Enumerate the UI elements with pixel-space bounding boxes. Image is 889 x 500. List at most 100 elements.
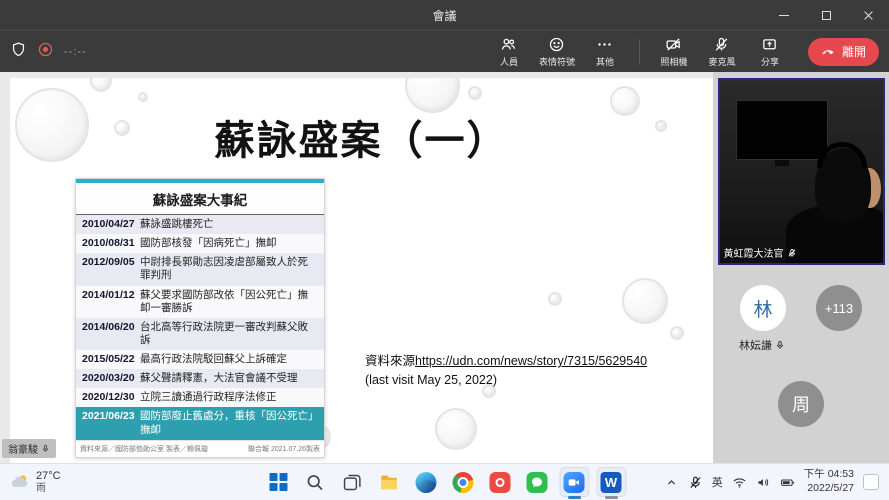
main-area: 蘇詠盛案（一） 蘇詠盛案大事紀 2010/04/27蘇詠盛跳樓死亡 2010/0… xyxy=(0,72,889,463)
row-date: 2015/05/22 xyxy=(76,350,138,369)
weather-condition: 雨 xyxy=(36,483,61,495)
window-controls xyxy=(763,0,889,30)
bubble-decoration xyxy=(670,326,684,340)
red-app-button[interactable] xyxy=(485,467,515,497)
table-row: 2020/03/20蘇父聲請釋憲，大法官會議不受理 xyxy=(76,369,324,388)
meeting-app-button[interactable] xyxy=(559,467,589,497)
task-view-button[interactable] xyxy=(337,467,367,497)
video-tile[interactable]: 黃虹霞大法官 xyxy=(718,78,885,265)
presenter-name: 翁豪駿 xyxy=(8,441,38,456)
emoji-button[interactable]: 表情符號 xyxy=(535,36,579,68)
table-credit: 聯合報 2021.07.26製表 xyxy=(248,444,320,454)
toolbar-right-group: 人員 表情符號 其他 照相機 麥克風 分享 xyxy=(487,36,879,68)
row-date: 2010/08/31 xyxy=(76,234,138,253)
chrome-browser-button[interactable] xyxy=(448,467,478,497)
taskbar-center xyxy=(263,464,626,500)
word-app-button[interactable] xyxy=(596,467,626,497)
row-date: 2014/06/20 xyxy=(76,318,138,350)
participants-button[interactable]: 人員 xyxy=(487,36,531,68)
row-event: 國防部廢止舊處分，重核「因公死亡」撫卹 xyxy=(138,407,324,439)
presentation-slide: 蘇詠盛案（一） 蘇詠盛案大事紀 2010/04/27蘇詠盛跳樓死亡 2010/0… xyxy=(10,78,713,463)
row-event: 立院三讀通過行政程序法修正 xyxy=(138,388,324,407)
meeting-toolbar: --:-- 人員 表情符號 其他 照相機 麥克風 xyxy=(0,30,889,72)
table-footer: 資料來源／國防部恤勛公室 製表／賴佩璇 聯合報 2021.07.26製表 xyxy=(76,440,324,457)
weather-widget[interactable]: 27°C 雨 xyxy=(0,470,61,494)
clock-widget[interactable]: 下午 04:53 2022/5/27 xyxy=(804,468,854,495)
start-button[interactable] xyxy=(263,467,293,497)
minimize-icon xyxy=(779,15,789,16)
tv-in-video xyxy=(736,100,828,160)
toolbar-left-group: --:-- xyxy=(10,41,87,63)
tray-date-text: 2022/5/27 xyxy=(804,482,854,496)
hang-up-icon xyxy=(821,44,836,59)
close-icon xyxy=(863,10,874,21)
security-shield-button[interactable] xyxy=(10,41,27,63)
row-event: 台北高等行政法院更一審改判蘇父敗訴 xyxy=(138,318,324,350)
wifi-icon xyxy=(732,475,747,490)
windows-logo-icon xyxy=(269,473,287,491)
tray-mic-status[interactable] xyxy=(688,475,703,490)
close-button[interactable] xyxy=(847,0,889,30)
windows-taskbar: 27°C 雨 英 下午 04:53 2022/5/27 xyxy=(0,463,889,500)
camera-toggle-button[interactable]: 照相機 xyxy=(652,36,696,68)
edge-browser-button[interactable] xyxy=(411,467,441,497)
table-row: 2010/04/27蘇詠盛跳樓死亡 xyxy=(76,215,324,234)
task-view-icon xyxy=(342,472,363,493)
shield-icon xyxy=(10,41,27,58)
mic-muted-icon xyxy=(787,248,797,258)
input-method-indicator[interactable]: 英 xyxy=(712,474,723,490)
toolbar-separator xyxy=(639,39,640,65)
share-screen-icon xyxy=(761,36,778,53)
record-icon xyxy=(37,41,54,58)
emoji-label: 表情符號 xyxy=(539,55,575,68)
row-date: 2021/06/23 xyxy=(76,407,138,439)
network-status[interactable] xyxy=(732,475,747,490)
record-button[interactable] xyxy=(37,41,54,63)
mic-label: 麥克風 xyxy=(708,55,735,68)
people-icon xyxy=(500,36,517,53)
row-event: 最高行政法院駁回蘇父上訴確定 xyxy=(138,350,324,369)
participant-avatar-zhou[interactable]: 周 xyxy=(778,381,824,427)
titlebar: 會議 xyxy=(0,0,889,30)
participant-avatar-lin[interactable]: 林 xyxy=(740,285,786,331)
search-icon xyxy=(305,472,326,493)
row-event: 國防部核發「因病死亡」撫卹 xyxy=(138,234,324,253)
share-screen-button[interactable]: 分享 xyxy=(748,36,792,68)
chevron-up-icon xyxy=(664,475,679,490)
notification-center-button[interactable] xyxy=(863,474,879,490)
source-url-link: https://udn.com/news/story/7315/5629540 xyxy=(415,354,647,368)
file-explorer-button[interactable] xyxy=(374,467,404,497)
weather-rain-icon xyxy=(10,472,30,492)
mic-icon xyxy=(41,444,50,453)
emoji-icon xyxy=(548,36,565,53)
slide-title: 蘇詠盛案（一） xyxy=(10,108,713,166)
row-date: 2014/01/12 xyxy=(76,286,138,318)
timeline-table-title: 蘇詠盛案大事紀 xyxy=(76,179,324,215)
source-prefix: 資料來源 xyxy=(365,354,415,368)
table-row: 2010/08/31國防部核發「因病死亡」撫卹 xyxy=(76,234,324,253)
ellipsis-icon xyxy=(596,36,613,53)
leave-label: 離開 xyxy=(842,43,866,60)
word-icon xyxy=(601,472,622,493)
leave-meeting-button[interactable]: 離開 xyxy=(808,38,879,66)
search-button[interactable] xyxy=(300,467,330,497)
overflow-participants-badge[interactable]: +113 xyxy=(816,285,862,331)
maximize-button[interactable] xyxy=(805,0,847,30)
more-button[interactable]: 其他 xyxy=(583,36,627,68)
mic-toggle-button[interactable]: 麥克風 xyxy=(700,36,744,68)
maximize-icon xyxy=(822,11,831,20)
mic-icon xyxy=(775,340,785,350)
weather-temperature: 27°C xyxy=(36,470,61,483)
battery-status[interactable] xyxy=(780,475,795,490)
table-source: 資料來源／國防部恤勛公室 製表／賴佩璇 xyxy=(80,444,208,454)
minimize-button[interactable] xyxy=(763,0,805,30)
shared-screen-stage: 蘇詠盛案（一） 蘇詠盛案大事紀 2010/04/27蘇詠盛跳樓死亡 2010/0… xyxy=(0,72,713,463)
row-event: 蘇父聲請釋憲，大法官會議不受理 xyxy=(138,369,324,388)
bubble-decoration xyxy=(548,292,562,306)
participants-label: 人員 xyxy=(500,55,518,68)
volume-status[interactable] xyxy=(756,475,771,490)
row-date: 2012/09/05 xyxy=(76,253,138,285)
meeting-app-icon xyxy=(564,472,585,493)
chat-app-button[interactable] xyxy=(522,467,552,497)
tray-overflow-button[interactable] xyxy=(664,475,679,490)
